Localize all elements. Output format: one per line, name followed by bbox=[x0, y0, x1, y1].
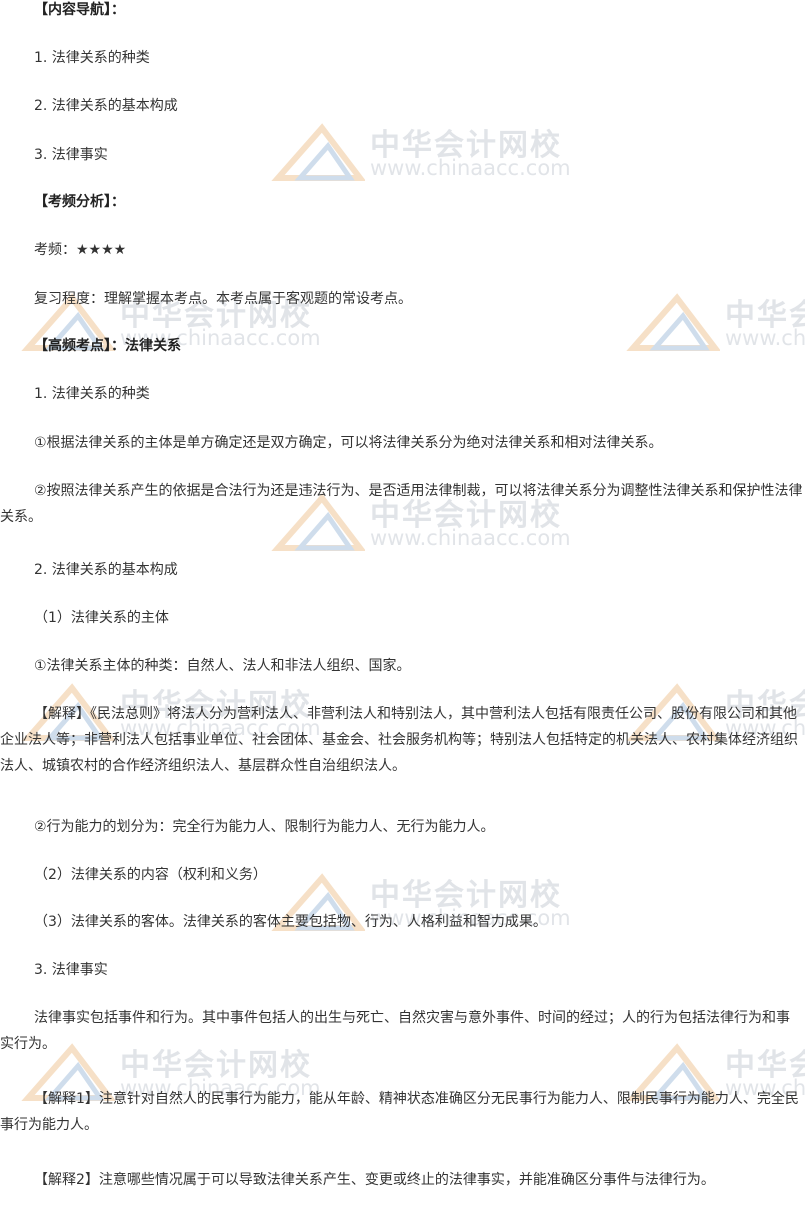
subsection-title: （1）法律关系的主体 bbox=[34, 610, 169, 626]
section-title: 2. 法律关系的基本构成 bbox=[34, 562, 178, 578]
section-title: 3. 法律事实 bbox=[34, 962, 108, 978]
explanation: 【解释1】注意针对自然人的民事行为能力，能从年龄、精神状态准确区分无民事行为能力… bbox=[0, 1091, 799, 1133]
subsection-title: （2）法律关系的内容（权利和义务） bbox=[34, 867, 267, 883]
paragraph: ①根据法律关系的主体是单方确定还是双方确定，可以将法律关系分为绝对法律关系和相对… bbox=[34, 435, 663, 451]
paragraph: ②行为能力的划分为：完全行为能力人、限制行为能力人、无行为能力人。 bbox=[34, 819, 495, 835]
topic-heading: 【高频考点】：法律关系 bbox=[34, 338, 181, 354]
freq-review: 复习程度：理解掌握本考点。本考点属于客观题的常设考点。 bbox=[34, 291, 412, 307]
nav-heading: 【内容导航】： bbox=[34, 2, 125, 18]
nav-item: 1. 法律关系的种类 bbox=[34, 50, 150, 66]
paragraph: ②按照法律关系产生的依据是合法行为还是违法行为、是否适用法律制裁，可以将法律关系… bbox=[0, 483, 803, 525]
freq-heading: 【考频分析】： bbox=[34, 194, 125, 210]
nav-item: 3. 法律事实 bbox=[34, 147, 108, 163]
nav-item: 2. 法律关系的基本构成 bbox=[34, 98, 178, 114]
explanation: 【解释】《民法总则》将法人分为营利法人、非营利法人和特别法人，其中营利法人包括有… bbox=[0, 706, 798, 774]
paragraph: ①法律关系主体的种类：自然人、法人和非法人组织、国家。 bbox=[34, 658, 411, 674]
explanation: 【解释2】注意哪些情况属于可以导致法律关系产生、变更或终止的法律事实，并能准确区… bbox=[34, 1172, 715, 1188]
freq-rating: 考频：★★★★ bbox=[34, 242, 127, 258]
subsection-title: （3）法律关系的客体。法律关系的客体主要包括物、行为、人格利益和智力成果。 bbox=[34, 914, 547, 930]
section-title: 1. 法律关系的种类 bbox=[34, 386, 150, 402]
paragraph: 法律事实包括事件和行为。其中事件包括人的出生与死亡、自然灾害与意外事件、时间的经… bbox=[0, 1010, 790, 1052]
